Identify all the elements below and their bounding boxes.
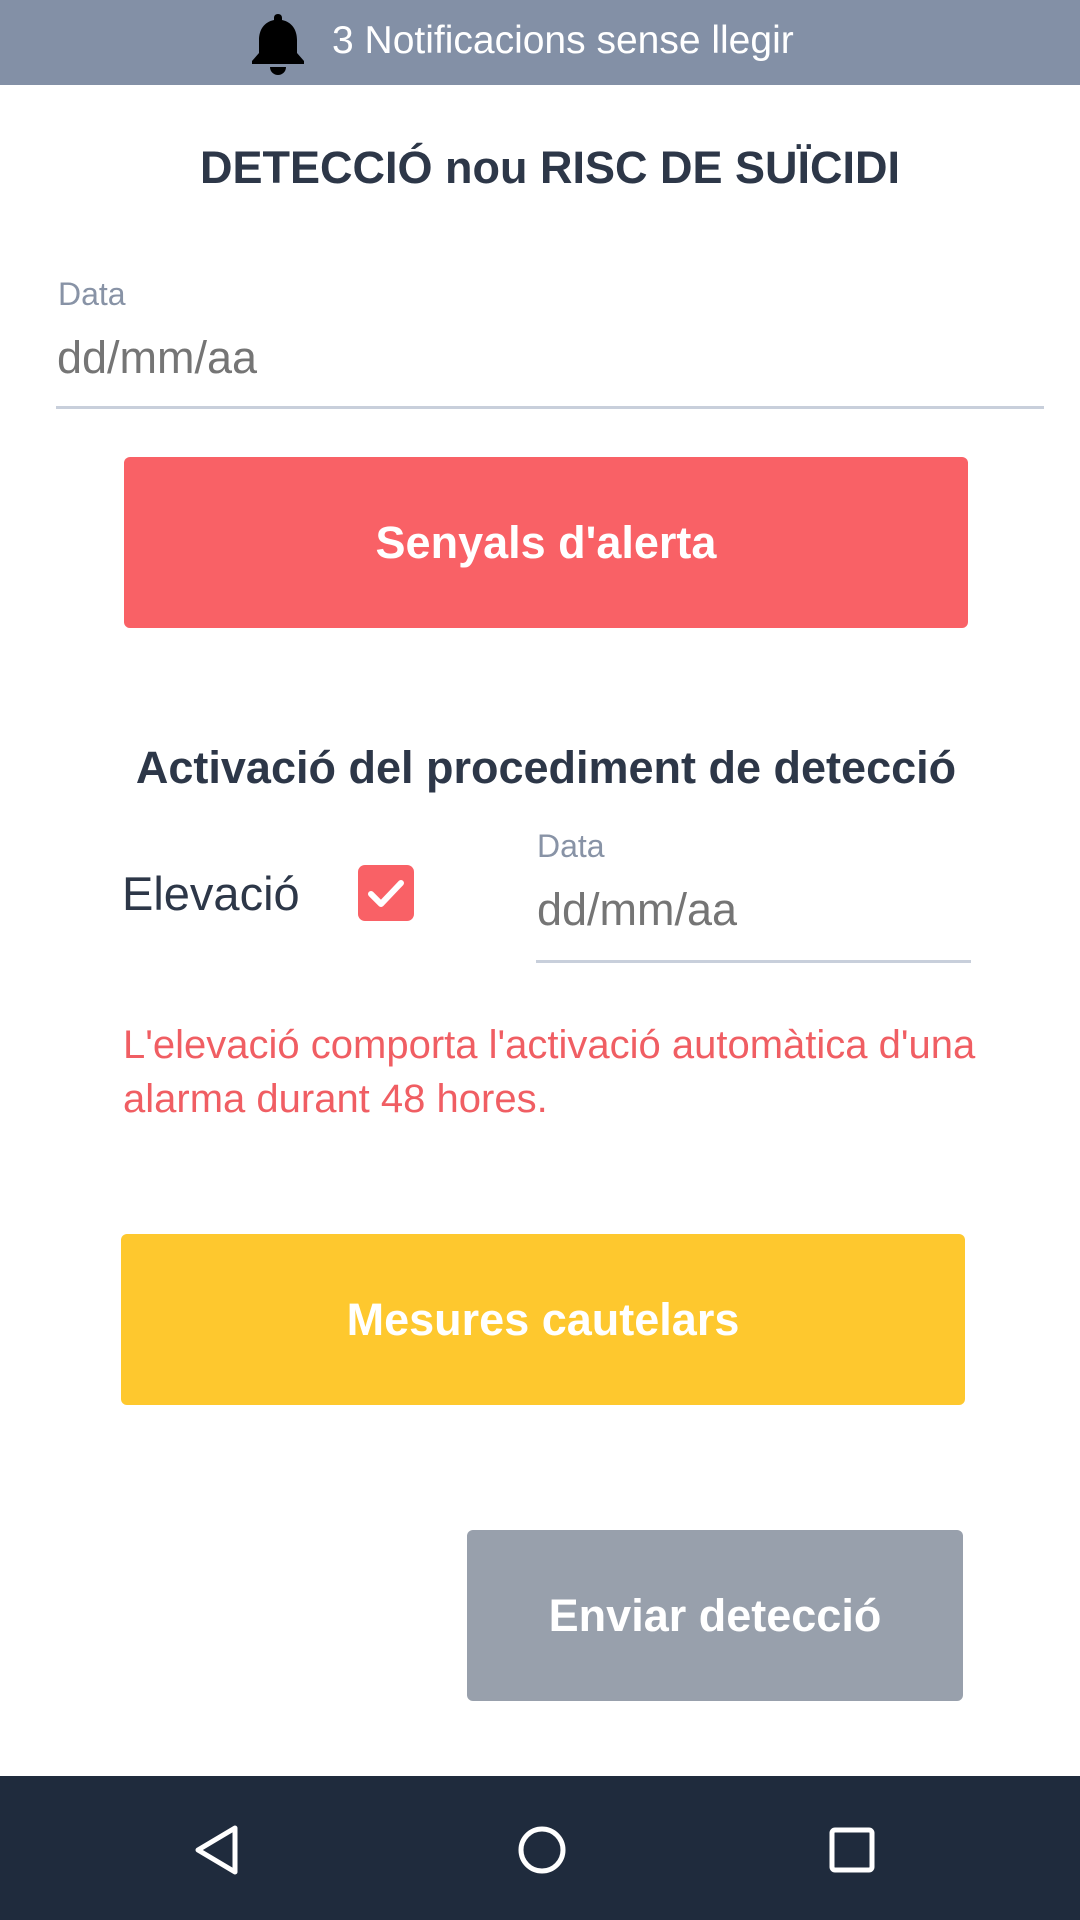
page-title: DETECCIÓ nou RISC DE SUÏCIDI — [199, 142, 901, 193]
back-triangle-icon[interactable] — [190, 1822, 246, 1878]
date-input-underline — [56, 406, 1044, 409]
precautionary-measures-button-label: Mesures cautelars — [346, 1293, 740, 1345]
send-detection-button[interactable]: Enviar detecció — [467, 1530, 963, 1701]
date-input[interactable] — [57, 328, 1037, 388]
notification-text[interactable]: 3 Notificacions sense llegir — [332, 0, 794, 85]
send-detection-button-label: Enviar detecció — [548, 1589, 882, 1641]
elevation-checkbox[interactable] — [358, 865, 414, 921]
elevation-warning-text: L'elevació comporta l'activació automàti… — [123, 1023, 976, 1121]
activation-date-input[interactable] — [537, 880, 967, 940]
checkmark-icon — [368, 880, 404, 907]
precautionary-measures-button[interactable]: Mesures cautelars — [121, 1234, 965, 1405]
home-circle-icon[interactable] — [514, 1822, 570, 1878]
activation-section-title: Activació del procediment de detecció — [135, 742, 957, 793]
alert-signals-button[interactable]: Senyals d'alerta — [124, 457, 968, 628]
alert-signals-button-label: Senyals d'alerta — [375, 516, 717, 568]
date-field-label: Data — [58, 276, 126, 312]
activation-date-label: Data — [537, 828, 605, 864]
activation-date-underline — [536, 960, 971, 963]
bell-icon — [252, 14, 304, 75]
recents-square-icon[interactable] — [824, 1822, 880, 1878]
elevation-label: Elevació — [122, 867, 300, 920]
